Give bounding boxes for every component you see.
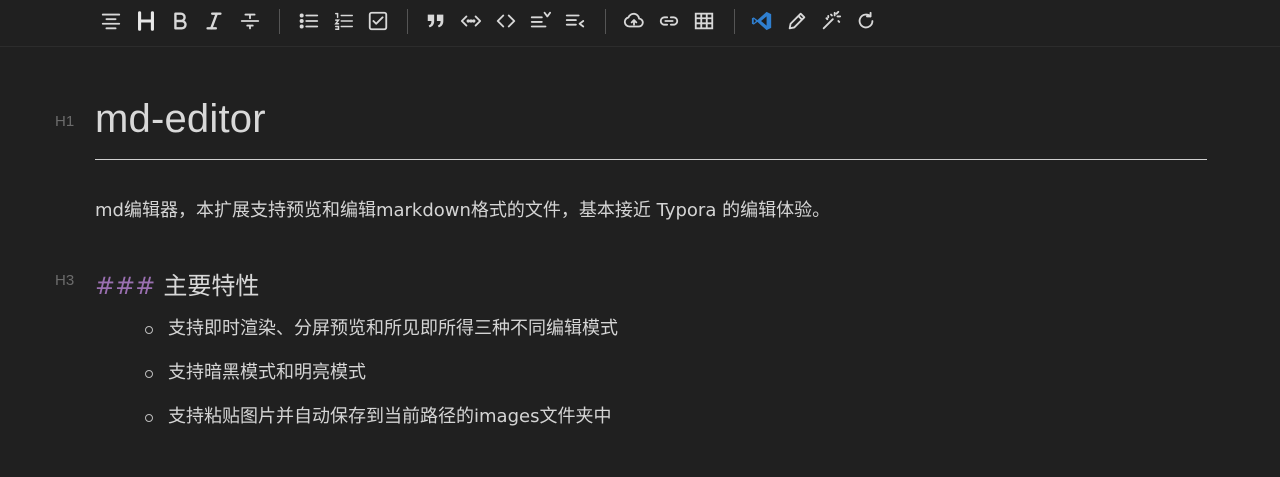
editor-toolbar [0,0,1280,47]
circle-bullet-icon [145,326,153,334]
upload-cloud-icon[interactable] [621,8,647,34]
ordered-list-icon[interactable] [331,8,357,34]
feature-list: 支持即时渲染、分屏预览和所见即所得三种不同编辑模式 支持暗黑模式和明亮模式 支持… [145,317,618,449]
heading-divider [95,159,1207,160]
table-icon[interactable] [691,8,717,34]
document-title[interactable]: md-editor [95,97,266,142]
code-block-icon[interactable] [493,8,519,34]
italic-icon[interactable] [201,8,227,34]
task-list-icon[interactable] [365,8,391,34]
section-heading[interactable]: ### 主要特性 [95,266,259,301]
toolbar-separator [605,9,606,34]
inline-code-icon[interactable] [458,8,484,34]
list-item-text: 支持暗黑模式和明亮模式 [168,362,366,383]
strikethrough-icon[interactable] [237,8,263,34]
list-item-text: 支持粘贴图片并自动保存到当前路径的images文件夹中 [168,406,612,427]
bullet-list-icon[interactable] [296,8,322,34]
outdent-icon[interactable] [562,8,588,34]
vscode-icon[interactable] [749,8,775,34]
magic-wand-icon[interactable] [818,8,844,34]
toolbar-separator [407,9,408,34]
toolbar-separator [734,9,735,34]
heading-markdown-mark: ### [95,272,156,300]
list-item[interactable]: 支持即时渲染、分屏预览和所见即所得三种不同编辑模式 [145,317,618,361]
editor-content[interactable]: H1 md-editor md编辑器，本扩展支持预览和编辑markdown格式的… [0,47,1280,477]
list-item-text: 支持即时渲染、分屏预览和所见即所得三种不同编辑模式 [168,318,618,339]
quote-icon[interactable] [423,8,449,34]
section-heading-text: 主要特性 [163,272,260,300]
heading-level-indicator: H3 [55,272,75,289]
refresh-icon[interactable] [853,8,879,34]
link-icon[interactable] [656,8,682,34]
intro-paragraph[interactable]: md编辑器，本扩展支持预览和编辑markdown格式的文件，基本接近 Typor… [95,196,830,222]
indent-icon[interactable] [527,8,553,34]
heading-level-indicator: H1 [55,113,75,130]
bold-icon[interactable] [167,8,193,34]
edit-pencil-icon[interactable] [784,8,810,34]
list-item[interactable]: 支持粘贴图片并自动保存到当前路径的images文件夹中 [145,405,618,449]
list-item[interactable]: 支持暗黑模式和明亮模式 [145,361,618,405]
align-center-icon[interactable] [98,8,124,34]
circle-bullet-icon [145,414,153,422]
toolbar-separator [279,9,280,34]
heading-icon[interactable] [133,8,159,34]
circle-bullet-icon [145,370,153,378]
